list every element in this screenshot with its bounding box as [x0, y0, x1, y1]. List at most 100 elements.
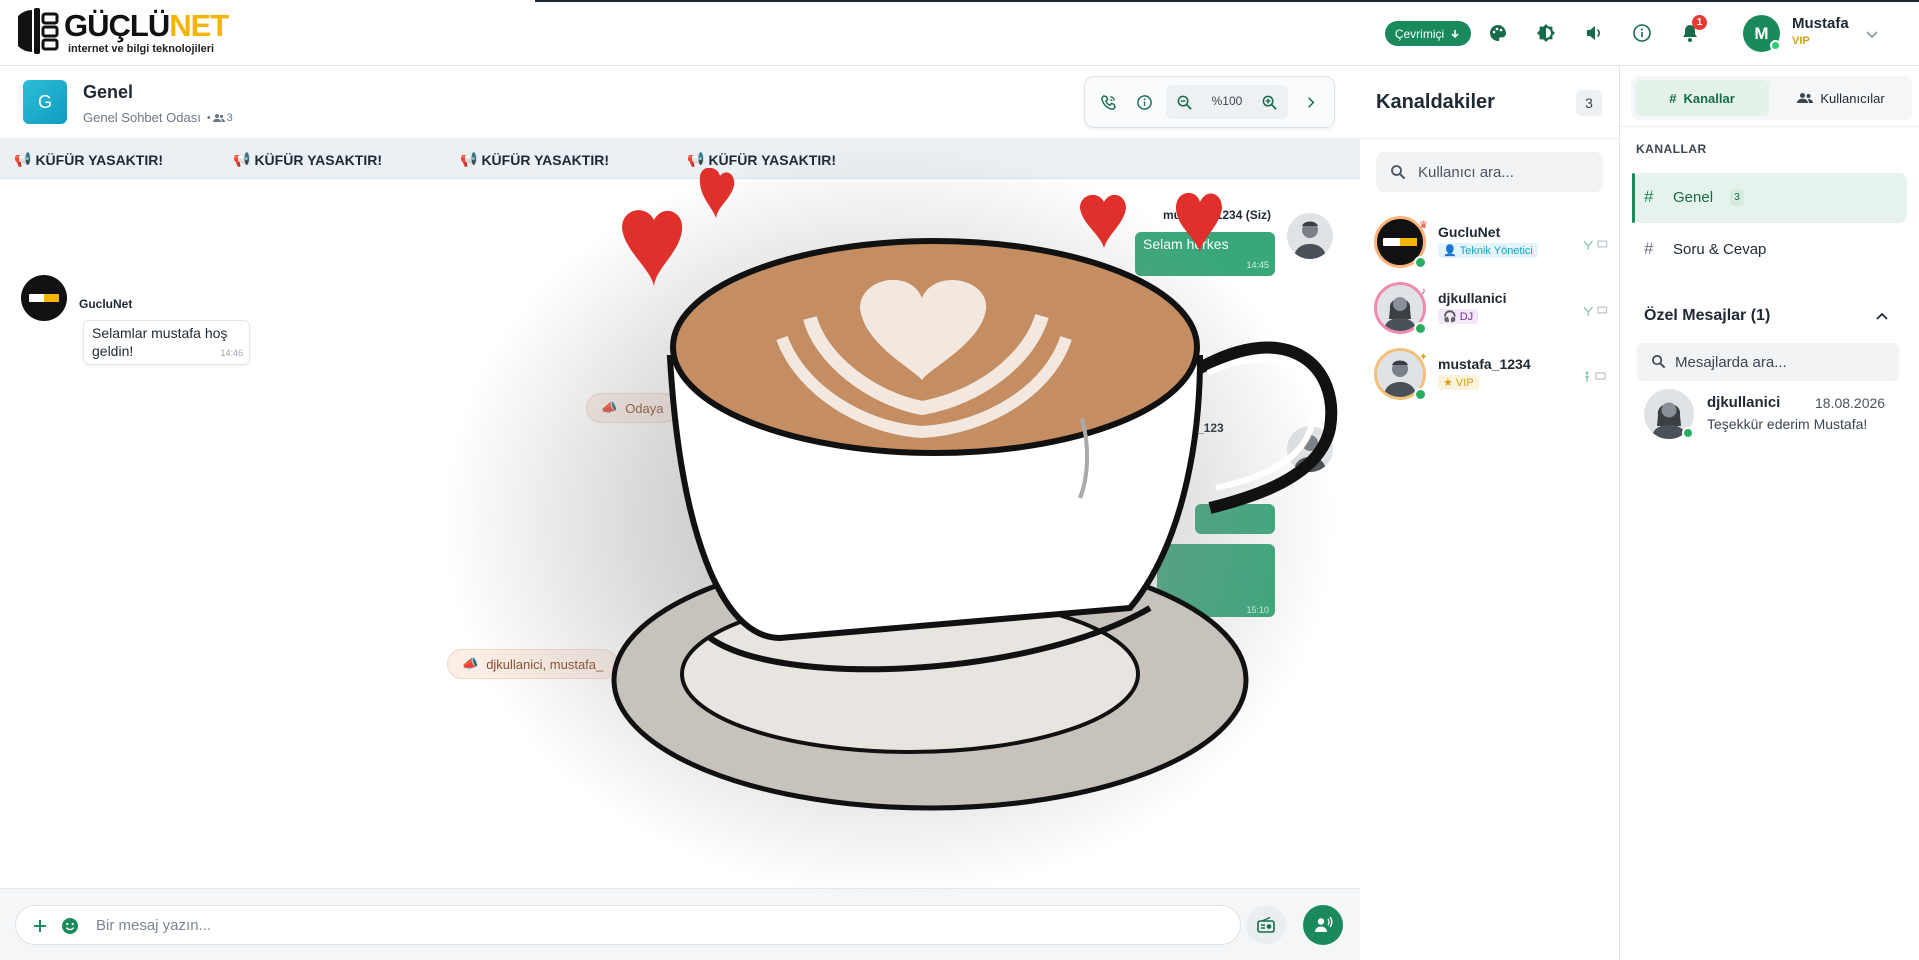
room-info-icon[interactable]	[1133, 91, 1155, 113]
radio-icon[interactable]	[1246, 906, 1286, 944]
room-subtitle: Genel Sohbet Odası • 3	[83, 110, 233, 125]
online-indicator	[1770, 40, 1781, 51]
crown-icon: ♛	[1416, 218, 1431, 233]
volume-icon[interactable]	[1583, 22, 1605, 44]
system-notice-text: djkullanici, mustafa_	[486, 656, 604, 672]
zoom-controls: %100	[1166, 85, 1288, 119]
channel-item-genel[interactable]: # Genel 3	[1632, 173, 1907, 223]
brand-wordmark: GÜÇLÜNET	[64, 8, 229, 43]
member-search	[1376, 152, 1603, 192]
hash-icon: #	[1644, 187, 1654, 206]
room-title: Genel	[83, 82, 134, 102]
coffee-cup-animation-icon	[611, 168, 1338, 811]
member-status-icons	[1582, 305, 1608, 317]
room-avatar: G	[23, 80, 67, 124]
online-indicator	[1682, 427, 1694, 439]
sidebar-tabs: # Kanallar Kullanıcılar	[1631, 76, 1912, 120]
person-icon: 👤	[1443, 245, 1457, 257]
member-row[interactable]: ♪ djkullanici 🎧 DJ	[1374, 282, 1608, 338]
room-toolbar: %100	[1084, 76, 1335, 128]
direct-messages-header[interactable]: Özel Mesajlar (1)	[1644, 307, 1770, 325]
dm-search-input[interactable]	[1675, 351, 1885, 373]
system-notice: 📣 djkullanici, mustafa_	[447, 649, 619, 679]
ticker-item: 📢 KÜFÜR YASAKTIR!	[14, 151, 163, 168]
tab-channels[interactable]: # Kanallar	[1635, 80, 1769, 116]
chevron-right-icon[interactable]	[1299, 91, 1321, 113]
dm-name: djkullanici	[1707, 394, 1781, 411]
message-text: Selamlar mustafa hoş geldin!	[92, 325, 228, 359]
member-badge: ✦	[1419, 352, 1428, 363]
room-header: G Genel Genel Sohbet Odası • 3 %100	[0, 66, 1360, 139]
ticker-text: KÜFÜR YASAKTIR!	[708, 151, 837, 168]
topbar-divider	[535, 0, 1919, 2]
hash-icon: #	[1669, 90, 1677, 106]
ticker-item: 📢 KÜFÜR YASAKTIR!	[233, 151, 382, 168]
chevron-up-icon[interactable]	[1873, 307, 1891, 325]
top-bar: GÜÇLÜNET internet ve bilgi teknolojileri…	[0, 0, 1919, 66]
channel-name: Soru & Cevap	[1673, 241, 1767, 258]
user-name[interactable]: Mustafa	[1792, 15, 1849, 32]
users-icon	[1797, 93, 1814, 103]
zoom-in-icon[interactable]	[1258, 91, 1280, 113]
room-description: Genel Sohbet Odası	[83, 110, 201, 125]
ticker-item: 📢 KÜFÜR YASAKTIR!	[460, 151, 609, 168]
online-indicator	[1414, 256, 1427, 269]
info-icon[interactable]	[1631, 22, 1653, 44]
network-icon	[1583, 306, 1594, 316]
logo-mark-icon	[18, 8, 59, 54]
channel-item-soru-cevap[interactable]: # Soru & Cevap	[1632, 225, 1907, 275]
member-name: djkullanici	[1438, 290, 1507, 306]
members-title: Kanaldakiler	[1376, 91, 1495, 113]
tab-channels-label: Kanallar	[1683, 90, 1735, 106]
room-member-count: • 3	[206, 111, 233, 124]
status-selector[interactable]: Çevrimiçi	[1385, 21, 1471, 46]
monitor-icon	[1597, 306, 1608, 314]
arrow-down-icon	[1451, 29, 1459, 38]
brand-word-main: GÜÇLÜ	[64, 8, 170, 43]
member-row[interactable]: ✦ mustafa_1234 ★ VIP	[1374, 348, 1606, 404]
member-search-input[interactable]	[1418, 161, 1593, 183]
message-time: 14:46	[220, 348, 243, 358]
member-status-icons	[1582, 371, 1608, 383]
online-indicator	[1414, 388, 1427, 401]
dm-date: 18.08.2026	[1815, 395, 1886, 411]
zoom-level: %100	[1211, 94, 1243, 108]
chevron-down-icon[interactable]	[1864, 26, 1880, 42]
search-icon	[1652, 355, 1666, 369]
brand-tagline: internet ve bilgi teknolojileri	[68, 43, 215, 55]
brand-logo[interactable]: GÜÇLÜNET internet ve bilgi teknolojileri	[18, 6, 229, 58]
plus-icon[interactable]	[29, 915, 51, 937]
user-avatar[interactable]: M	[1743, 15, 1781, 52]
music-note-icon: ♪	[1416, 284, 1431, 299]
message-input[interactable]	[96, 912, 1196, 938]
dm-conversation-item[interactable]: djkullanici 18.08.2026 Teşekkür ederim M…	[1644, 389, 1904, 445]
members-count: 3	[1576, 90, 1602, 116]
channel-members-panel: Kanaldakiler 3 ♛ GucluNet 👤Teknik Yöneti…	[1360, 66, 1620, 960]
member-name: GucluNet	[1438, 224, 1501, 240]
ticker-text: KÜFÜR YASAKTIR!	[35, 151, 164, 168]
voice-message-icon[interactable]	[1303, 905, 1343, 945]
headphones-icon: 🎧	[1443, 311, 1457, 323]
member-name: mustafa_1234	[1438, 356, 1531, 372]
member-badge: ♛	[1419, 220, 1428, 231]
message-bubble-other[interactable]: Selamlar mustafa hoş geldin! 14:46	[83, 320, 250, 365]
contrast-icon[interactable]	[1535, 22, 1557, 44]
member-row[interactable]: ♛ GucluNet 👤 Teknik Yönetici	[1374, 216, 1608, 272]
channels-section-label: KANALLAR	[1636, 142, 1707, 156]
zoom-out-icon[interactable]	[1173, 91, 1195, 113]
tab-users[interactable]: Kullanıcılar	[1774, 80, 1908, 116]
ticker-item: 📢 KÜFÜR YASAKTIR!	[687, 151, 836, 168]
divider	[1620, 126, 1919, 127]
emoji-icon[interactable]	[59, 915, 81, 937]
user-role: VIP	[1792, 35, 1810, 47]
phone-icon[interactable]	[1097, 91, 1119, 113]
monitor-icon	[1597, 240, 1608, 248]
dm-search	[1637, 343, 1899, 381]
ticker-text: KÜFÜR YASAKTIR!	[481, 151, 610, 168]
avatar[interactable]	[21, 275, 67, 321]
tab-users-label: Kullanıcılar	[1820, 90, 1885, 106]
monitor-icon	[1595, 372, 1606, 380]
megaphone-icon: 📢	[687, 151, 705, 167]
palette-icon[interactable]	[1487, 22, 1509, 44]
channel-name: Genel	[1673, 189, 1714, 206]
